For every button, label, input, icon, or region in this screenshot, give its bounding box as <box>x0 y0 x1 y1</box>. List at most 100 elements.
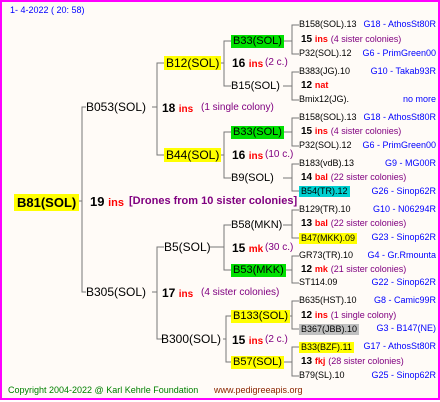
gen1-count-value: 18 <box>162 101 176 115</box>
gen4-info: G3 - B147(NE) <box>376 323 436 333</box>
gen1-queen[interactable]: B053(SOL) <box>86 101 146 113</box>
gen3-queen[interactable]: B133(SOL) <box>231 310 291 323</box>
gen4-queen[interactable]: B367(JBB).10 <box>299 324 360 335</box>
gen4-info: G4 - Gr.Rmounta <box>367 250 436 260</box>
gen4-queen[interactable]: ST114.09 <box>299 278 337 287</box>
gen4-queen[interactable]: P32(SOL).12 <box>299 49 352 58</box>
gen3-unit: ins <box>314 126 328 136</box>
gen3-note: (28 sister colonies) <box>328 356 404 366</box>
gen1-note: (1 single colony) <box>201 102 274 113</box>
gen2-unit: ins <box>248 336 264 347</box>
gen2-queen[interactable]: B300(SOL) <box>161 333 221 345</box>
gen3-unit: nat <box>314 80 329 90</box>
gen4-info: G18 - AthosSt80R <box>363 19 436 29</box>
gen4-info: no more <box>402 94 436 104</box>
gen3-count: 13 fkj (28 sister colonies) <box>301 357 404 367</box>
gen3-count: 14 bal (22 sister colonies) <box>301 173 406 183</box>
gen2-note: (30 c.) <box>265 242 294 253</box>
root-count: 19 ins <box>90 195 124 209</box>
root-note: [Drones from 10 sister colonies] <box>129 195 298 207</box>
gen4-queen[interactable]: B183(vdB).13 <box>299 159 354 168</box>
gen1-note: (4 sister colonies) <box>201 287 280 298</box>
root-queen[interactable]: B81(SOL) <box>14 194 80 211</box>
gen4-queen[interactable]: GR73(TR).10 <box>299 251 353 260</box>
gen3-queen[interactable]: B33(SOL) <box>231 35 284 48</box>
gen4-queen[interactable]: B383(JG).10 <box>299 67 350 76</box>
gen3-unit: ins <box>314 310 328 320</box>
gen4-info: G9 - MG00R <box>384 158 436 168</box>
gen2-count: 16 ins <box>232 149 263 162</box>
gen4-info: G10 - Takab93R <box>370 66 436 76</box>
gen2-count: 15 ins <box>232 334 263 347</box>
gen3-note: (4 sister colonies) <box>330 34 402 44</box>
gen3-note: (22 sister colonies) <box>330 172 407 182</box>
gen3-note: (1 single colony) <box>330 310 397 320</box>
gen4-info: G10 - N06294R <box>372 204 436 214</box>
gen3-unit: bal <box>314 218 328 228</box>
gen2-unit: ins <box>248 151 264 162</box>
gen1-unit: ins <box>178 104 194 115</box>
gen2-note: (2 c.) <box>265 57 288 68</box>
gen2-count-value: 15 <box>232 333 246 347</box>
gen3-unit: fkj <box>314 356 326 366</box>
gen4-info: G17 - AthosSt80R <box>363 341 436 351</box>
gen4-queen[interactable]: Bmix12(JG). <box>299 95 349 104</box>
root-count-value: 19 <box>90 194 105 209</box>
gen3-unit: bal <box>314 172 328 182</box>
gen3-queen[interactable]: B58(MKN) <box>231 220 282 231</box>
gen4-queen[interactable]: B635(HST).10 <box>299 296 357 305</box>
gen1-count-value: 17 <box>162 286 176 300</box>
gen3-count-value: 12 <box>301 80 313 91</box>
gen2-note: (10 c.) <box>265 149 294 160</box>
gen1-unit: ins <box>178 289 194 300</box>
gen4-queen[interactable]: P32(SOL).12 <box>299 141 352 150</box>
gen4-queen[interactable]: B158(SOL).13 <box>299 113 357 122</box>
gen4-queen[interactable]: B47(MKK).09 <box>299 233 358 244</box>
gen3-queen[interactable]: B57(SOL) <box>231 356 284 369</box>
gen3-count-value: 13 <box>301 218 313 229</box>
gen4-info: G23 - Sinop62R <box>371 232 436 242</box>
pedigree-chart: 1- 4-2022 ( 20: 58) B81(SOL) 19 ins [Dro… <box>0 0 440 400</box>
gen2-count-value: 15 <box>232 241 246 255</box>
gen3-count: 12 nat <box>301 81 328 91</box>
gen3-count: 15 ins (4 sister colonies) <box>301 35 401 45</box>
gen3-unit: mk <box>314 264 328 274</box>
footer-copyright: Copyright 2004-2022 @ Karl Kehrle Founda… <box>8 385 199 395</box>
footer-site-link[interactable]: www.pedigreeapis.org <box>214 386 303 395</box>
gen4-queen[interactable]: B79(SL).10 <box>299 371 345 380</box>
gen2-count-value: 16 <box>232 148 246 162</box>
gen3-queen[interactable]: B33(SOL) <box>231 126 284 139</box>
date-stamp: 1- 4-2022 ( 20: 58) <box>10 5 85 15</box>
gen4-info: G6 - PrimGreen00 <box>362 140 436 150</box>
gen4-queen[interactable]: B158(SOL).13 <box>299 20 357 29</box>
gen3-note: (21 sister colonies) <box>330 264 407 274</box>
gen1-queen[interactable]: B305(SOL) <box>86 286 146 298</box>
gen3-queen[interactable]: B9(SOL) <box>231 173 274 184</box>
gen3-count: 15 ins (4 sister colonies) <box>301 127 401 137</box>
gen3-note: (22 sister colonies) <box>330 218 407 228</box>
gen4-info: G8 - Camic99R <box>373 295 436 305</box>
gen4-queen[interactable]: B54(TR).12 <box>299 186 350 197</box>
gen4-info: G25 - Sinop62R <box>371 370 436 380</box>
gen1-count: 18 ins <box>162 102 193 115</box>
gen2-count-value: 16 <box>232 56 246 70</box>
gen3-queen[interactable]: B15(SOL) <box>231 81 280 92</box>
gen2-queen[interactable]: B5(SOL) <box>164 241 211 253</box>
gen3-queen[interactable]: B53(MKK) <box>231 264 286 277</box>
gen3-count: 13 bal (22 sister colonies) <box>301 219 406 229</box>
gen4-info: G22 - Sinop62R <box>371 277 436 287</box>
gen4-info: G26 - Sinop62R <box>371 186 436 196</box>
gen3-count: 12 mk (21 sister colonies) <box>301 265 406 275</box>
gen4-queen[interactable]: B33(BZF).11 <box>299 342 354 353</box>
gen3-count-value: 13 <box>301 356 313 367</box>
gen4-info: G6 - PrimGreen00 <box>362 48 436 58</box>
gen3-note: (4 sister colonies) <box>330 126 402 136</box>
gen3-count-value: 12 <box>301 264 313 275</box>
gen3-count-value: 12 <box>301 310 313 321</box>
gen2-count: 16 ins <box>232 57 263 70</box>
gen2-unit: mk <box>248 244 264 255</box>
gen3-count: 12 ins (1 single colony) <box>301 311 396 321</box>
gen4-queen[interactable]: B129(TR).10 <box>299 205 351 214</box>
gen2-queen[interactable]: B12(SOL) <box>164 56 222 70</box>
gen2-queen[interactable]: B44(SOL) <box>164 148 222 162</box>
